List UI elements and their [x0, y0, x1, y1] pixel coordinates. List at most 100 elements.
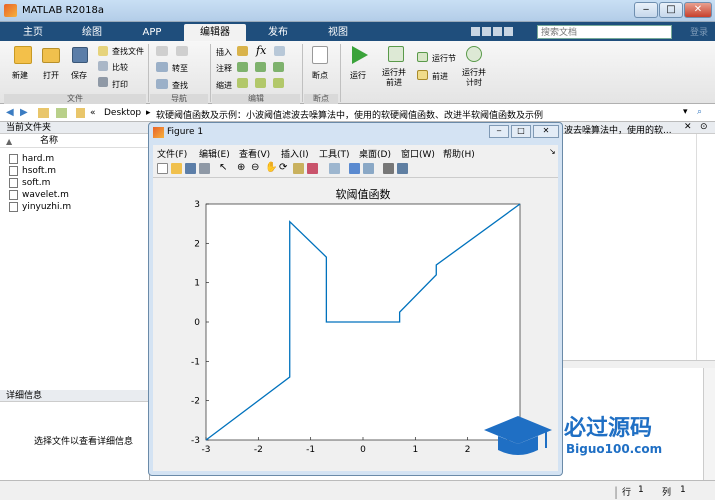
editor-tab-title[interactable]: 波去噪算法中，使用的软... [564, 123, 672, 136]
open-folder-icon[interactable] [42, 48, 60, 63]
run-advance-button[interactable]: 运行并 前进 [382, 68, 406, 88]
browse-folder-icon[interactable] [56, 108, 67, 118]
path-current-folder[interactable]: 软硬阈值函数及示例：小波阈值滤波去噪算法中，使用的软硬阈值函数、改进半软阈值函数… [156, 108, 543, 121]
zoom-out-icon[interactable]: ⊖ [251, 163, 262, 174]
column-header[interactable]: ▲ 名称 [0, 135, 150, 148]
figure-icon [153, 127, 164, 138]
tab-home[interactable]: 主页 [8, 24, 58, 41]
goto-button[interactable]: 转至 [172, 63, 188, 74]
new-figure-icon[interactable] [157, 163, 168, 174]
sign-in-link[interactable]: 登录 [690, 25, 708, 38]
select-arrow-icon[interactable]: ↖ [219, 163, 230, 174]
print-figure-icon[interactable] [199, 163, 210, 174]
save-figure-icon[interactable] [185, 163, 196, 174]
save-disk-icon[interactable] [72, 47, 88, 63]
run-time-button[interactable]: 运行并 计时 [462, 68, 486, 88]
save-button[interactable]: 保存 [71, 70, 87, 81]
editor-close-icon[interactable]: ✕ [684, 122, 692, 132]
path-desktop[interactable]: Desktop [104, 108, 141, 118]
breakpoints-button[interactable]: 断点 [312, 70, 328, 81]
horizontal-scrollbar[interactable] [560, 360, 715, 368]
figure-menu-view[interactable]: 查看(V) [239, 147, 270, 160]
path-overflow[interactable]: « [90, 108, 96, 118]
maximize-button[interactable]: □ [659, 2, 683, 18]
rotate-icon[interactable]: ⟳ [279, 163, 290, 174]
uncomment-icon[interactable] [255, 62, 266, 72]
advance-button[interactable]: 前进 [432, 71, 448, 82]
new-button[interactable]: 新建 [12, 70, 28, 81]
open-file-icon[interactable] [171, 163, 182, 174]
show-tools-icon[interactable] [397, 163, 408, 174]
file-item[interactable]: soft.m [22, 177, 50, 189]
tab-apps[interactable]: APP [124, 24, 180, 41]
brush-icon[interactable] [307, 163, 318, 174]
colorbar-icon[interactable] [349, 163, 360, 174]
insert-button[interactable]: 插入 [216, 47, 232, 58]
up-folder-icon[interactable] [38, 108, 49, 118]
comment-button[interactable]: 注释 [216, 63, 232, 74]
figure-minimize-button[interactable]: ‒ [489, 125, 509, 138]
compare-button[interactable]: 比较 [112, 62, 128, 73]
find-button[interactable]: 查找 [172, 80, 188, 91]
link-plot-icon[interactable] [329, 163, 340, 174]
print-button[interactable]: 打印 [112, 79, 128, 90]
file-item[interactable]: yinyuzhi.m [22, 201, 71, 213]
minimize-button[interactable]: ‒ [634, 2, 658, 18]
fx-button[interactable]: fx [256, 44, 266, 57]
redo-icon[interactable] [493, 27, 502, 36]
close-button[interactable]: ✕ [684, 2, 712, 18]
figure-menu-window[interactable]: 窗口(W) [401, 147, 435, 160]
figure-close-button[interactable]: ✕ [533, 125, 559, 138]
decrease-indent-icon[interactable] [273, 78, 284, 88]
title-bar: MATLAB R2018a ‒ □ ✕ [0, 0, 715, 22]
search-folder-icon[interactable]: ⌕ [697, 107, 702, 117]
path-dropdown-icon[interactable]: ▾ [683, 107, 688, 117]
hide-tools-icon[interactable] [383, 163, 394, 174]
save-icon[interactable] [471, 27, 480, 36]
figure-toolbar: ↖ ⊕ ⊖ ✋ ⟳ [153, 160, 558, 178]
file-item[interactable]: hsoft.m [22, 165, 56, 177]
tab-plots[interactable]: 绘图 [64, 24, 120, 41]
breakpoints-icon[interactable] [312, 46, 328, 64]
figure-menu-edit[interactable]: 编辑(E) [199, 147, 230, 160]
open-button[interactable]: 打开 [43, 70, 59, 81]
figure-menu-desktop[interactable]: 桌面(D) [359, 147, 391, 160]
y-tick-label: 0 [194, 318, 200, 328]
help-icon[interactable] [504, 27, 513, 36]
new-icon[interactable] [14, 46, 32, 64]
data-cursor-icon[interactable] [293, 163, 304, 174]
search-docs-input[interactable] [537, 25, 672, 39]
figure-menu-help[interactable]: 帮助(H) [443, 147, 475, 160]
undo-icon[interactable] [482, 27, 491, 36]
figure-menu-insert[interactable]: 插入(I) [281, 147, 309, 160]
file-item[interactable]: hard.m [22, 153, 54, 165]
forward-arrow-icon[interactable]: ▶ [20, 107, 28, 118]
indent-button[interactable]: 缩进 [216, 80, 232, 91]
figure-menu-dock-icon[interactable]: ↘ [549, 147, 556, 156]
figure-menu-file[interactable]: 文件(F) [157, 147, 187, 160]
find-files-button[interactable]: 查找文件 [112, 46, 144, 57]
zoom-in-icon[interactable]: ⊕ [237, 163, 248, 174]
tab-publish[interactable]: 发布 [250, 24, 306, 41]
m-file-icon [9, 190, 18, 200]
insert-section-icon[interactable] [274, 46, 285, 56]
editor-menu-icon[interactable]: ⊙ [700, 122, 708, 132]
legend-icon[interactable] [363, 163, 374, 174]
figure-menu-tools[interactable]: 工具(T) [319, 147, 350, 160]
run-section-button[interactable]: 运行节 [432, 53, 456, 64]
col-label: 列 [662, 488, 672, 498]
file-item[interactable]: wavelet.m [22, 189, 69, 201]
m-file-icon [9, 178, 18, 188]
pan-hand-icon[interactable]: ✋ [265, 163, 277, 174]
increase-indent-icon[interactable] [255, 78, 266, 88]
run-icon[interactable] [352, 46, 368, 64]
run-button[interactable]: 运行 [350, 70, 366, 81]
wrap-comment-icon[interactable] [273, 62, 284, 72]
figure-maximize-button[interactable]: □ [511, 125, 531, 138]
run-advance-icon[interactable] [388, 46, 404, 62]
run-time-icon[interactable] [466, 46, 482, 62]
back-arrow-icon[interactable]: ◀ [6, 107, 14, 118]
tab-view[interactable]: 视图 [310, 24, 366, 41]
tab-editor[interactable]: 编辑器 [184, 24, 246, 41]
chart-title: 软阈值函数 [336, 187, 391, 201]
